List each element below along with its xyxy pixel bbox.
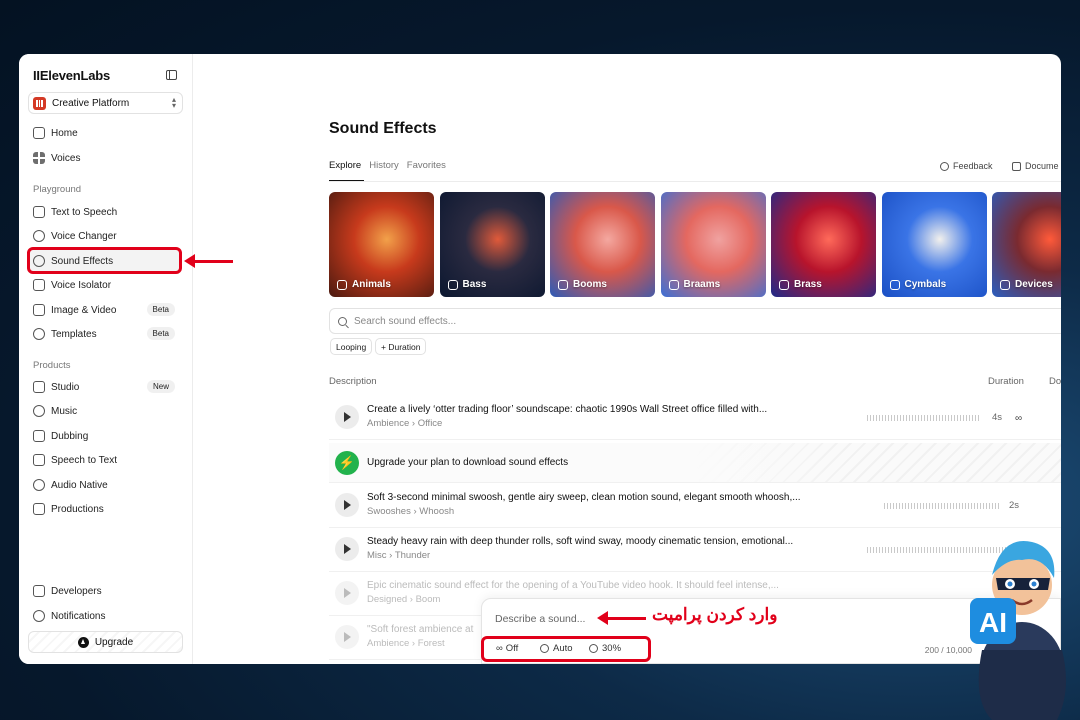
tab-bar: Explore History Favorites <box>329 160 446 171</box>
waveform <box>867 415 979 421</box>
prompt-input[interactable]: Describe a sound... <box>495 613 585 625</box>
main-area: Sound Effects Explore History Favorites … <box>19 54 1061 664</box>
waveform <box>884 503 999 509</box>
category-icon <box>337 279 347 290</box>
row-category: Ambience › Office <box>367 418 443 429</box>
category-card-animals[interactable]: Animals <box>329 192 434 297</box>
annotation-text: وارد کردن پرامپت <box>652 605 778 624</box>
category-card-cymbals[interactable]: Cymbals <box>881 192 987 297</box>
feedback-label: Feedback <box>953 161 993 171</box>
tab-explore[interactable]: Explore <box>329 160 361 171</box>
upgrade-banner-text: Upgrade your plan to download sound effe… <box>367 457 569 468</box>
category-card-bass[interactable]: Bass <box>439 192 545 297</box>
category-card-braams[interactable]: Braams <box>660 192 766 297</box>
category-card-label: Brass <box>779 279 822 290</box>
category-icon <box>889 279 900 290</box>
app-window: IIElevenLabs Creative Platform ▴ ▾ Home V… <box>19 54 1061 664</box>
category-card-label: Braams <box>668 279 720 290</box>
search-box[interactable]: Search sound effects... <box>329 308 1061 334</box>
category-carousel: Animals Bass Booms Braams Brass Cymbals Device… <box>329 192 1061 297</box>
ai-mascot-illustration: AI <box>970 540 1066 720</box>
table-row[interactable]: Soft 3-second minimal swoosh, gentle air… <box>329 484 1061 528</box>
page-title: Sound Effects <box>329 120 437 137</box>
search-placeholder: Search sound effects... <box>354 315 457 327</box>
category-card-label: Cymbals <box>889 279 946 290</box>
tab-favorites[interactable]: Favorites <box>407 160 446 171</box>
category-icon <box>558 279 568 290</box>
row-category: Swooshes › Whoosh <box>367 506 455 517</box>
highlight-prompt-options <box>481 636 651 662</box>
category-icon <box>668 279 679 290</box>
category-icon <box>1000 279 1010 290</box>
column-download: Do <box>1049 376 1061 387</box>
row-category: Ambience › Forest <box>367 638 445 649</box>
play-button[interactable] <box>335 625 359 649</box>
duration-filter-chip[interactable]: + Duration <box>375 338 427 355</box>
column-description: Description <box>329 376 377 387</box>
annotation-arrow <box>184 254 233 268</box>
row-title: Soft 3-second minimal swoosh, gentle air… <box>367 492 801 503</box>
row-title: Create a lively ‘otter trading floor’ so… <box>367 404 768 415</box>
category-icon <box>779 279 789 290</box>
row-title: Epic cinematic sound effect for the open… <box>367 580 779 591</box>
loop-icon: ∞ <box>1015 413 1023 424</box>
play-button[interactable] <box>335 405 359 429</box>
row-title: Steady heavy rain with deep thunder roll… <box>367 536 794 547</box>
search-icon <box>338 316 347 326</box>
docs-label: Docume <box>1025 161 1059 171</box>
row-duration: 4s <box>992 412 1003 423</box>
highlight-sound-effects <box>27 247 182 274</box>
category-card-booms[interactable]: Booms <box>550 192 655 297</box>
category-card-devices[interactable]: Devices <box>992 192 1061 297</box>
chat-icon <box>940 161 949 171</box>
category-card-label: Animals <box>337 279 391 290</box>
table-row[interactable]: Steady heavy rain with deep thunder roll… <box>329 528 1061 572</box>
table-row[interactable]: Create a lively ‘otter trading floor’ so… <box>329 396 1061 440</box>
category-card-label: Bass <box>447 279 486 290</box>
annotation-arrow <box>597 611 646 625</box>
row-category: Misc › Thunder <box>367 550 431 561</box>
looping-filter-chip[interactable]: Looping <box>330 338 373 355</box>
play-button[interactable] <box>335 493 359 517</box>
tab-history[interactable]: History <box>369 160 399 171</box>
category-card-brass[interactable]: Brass <box>771 192 876 297</box>
bolt-icon: ⚡ <box>335 451 359 475</box>
row-title: "Soft forest ambience at <box>367 624 474 635</box>
feedback-link[interactable]: Feedback <box>940 161 993 171</box>
category-icon <box>447 279 458 290</box>
upgrade-banner[interactable]: ⚡ Upgrade your plan to download sound ef… <box>329 443 1061 483</box>
play-button[interactable] <box>335 581 359 605</box>
column-duration: Duration <box>988 376 1024 387</box>
tabs-divider <box>329 181 1061 182</box>
row-category: Designed › Boom <box>367 594 441 605</box>
category-card-label: Booms <box>558 279 607 290</box>
mascot-ai-badge: AI <box>979 607 1007 638</box>
docs-link[interactable]: Docume <box>1012 161 1059 171</box>
document-icon <box>1012 161 1021 171</box>
category-card-label: Devices <box>1000 279 1053 290</box>
row-duration: 2s <box>1009 500 1020 511</box>
play-button[interactable] <box>335 537 359 561</box>
